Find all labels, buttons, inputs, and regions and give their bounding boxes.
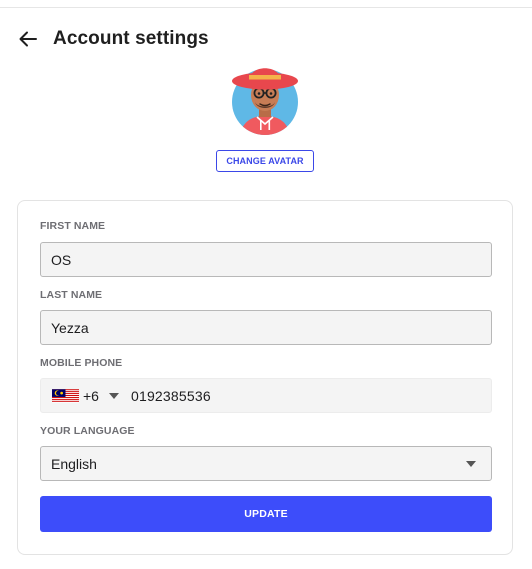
page-title: Account settings [53,28,209,49]
mobile-phone-label: MOBILE PHONE [40,357,123,369]
last-name-label: LAST NAME [40,289,103,301]
dial-code[interactable]: +6 [83,388,99,404]
mobile-phone-input[interactable]: 0192385536 [131,388,211,404]
caret-down-icon[interactable] [108,392,119,399]
language-label: YOUR LANGUAGE [40,425,135,437]
language-selected-value: English [51,455,97,472]
first-name-input[interactable]: OS [40,242,492,277]
arrow-left-icon [19,31,37,47]
top-divider [0,7,532,8]
change-avatar-button[interactable]: CHANGE AVATAR [216,150,314,172]
update-button[interactable]: UPDATE [40,496,492,532]
mobile-phone-field: +6 0192385536 [40,378,492,413]
language-select[interactable]: English [40,446,492,481]
first-name-label: FIRST NAME [40,220,106,232]
last-name-input[interactable]: Yezza [40,310,492,345]
caret-down-icon [466,461,476,467]
malaysia-flag-icon[interactable] [52,388,79,403]
back-button[interactable] [17,28,39,50]
avatar-illustration-icon [232,68,298,135]
account-form-card: FIRST NAME OS LAST NAME Yezza MOBILE PHO… [17,200,513,555]
page-header: Account settings [17,26,209,52]
